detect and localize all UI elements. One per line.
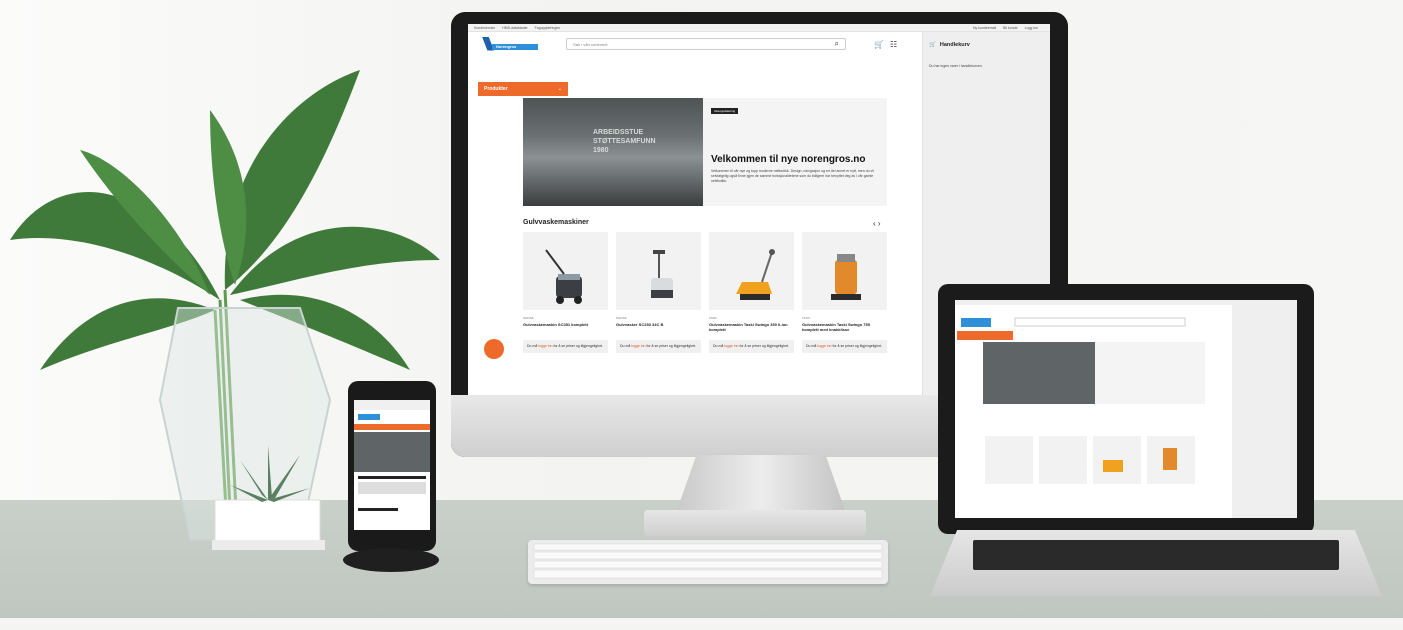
sign-line-2: STØTTESAMFUNN bbox=[593, 138, 656, 145]
hero-text: Ukeoppdatering Velkommen til nye norengr… bbox=[703, 98, 887, 206]
login-prompt: Du må logge inn for å se priser og tilgj… bbox=[802, 340, 887, 353]
laptop-keyboard bbox=[973, 540, 1339, 570]
hero-badge: Ukeoppdatering bbox=[711, 108, 739, 114]
hero-image: ARBEIDSSTUE STØTTESAMFUNN 1980 bbox=[523, 98, 703, 206]
cart-empty-message: Du har ingen varer i handlekurven. bbox=[929, 64, 983, 68]
hero-title: Velkommen til nye norengros.no bbox=[711, 154, 866, 165]
login-prompt: Du må logge inn for å se priser og tilgj… bbox=[616, 340, 701, 353]
login-prompt-post: for å se priser og tilgjengelighet. bbox=[645, 344, 697, 348]
login-prompt: Du må logge inn for å se priser og tilgj… bbox=[523, 340, 608, 353]
chevron-down-icon: ⌄ bbox=[557, 86, 562, 92]
cart-icon[interactable]: 🛒 bbox=[874, 40, 884, 49]
login-link[interactable]: logge inn bbox=[538, 344, 552, 348]
login-prompt-post: for å se priser og tilgjengelighet. bbox=[552, 344, 604, 348]
section-title: Gulvvaskemaskiner bbox=[523, 219, 589, 226]
laptop-screen bbox=[955, 300, 1297, 518]
imac-foot bbox=[644, 510, 866, 536]
login-prompt-pre: Du må bbox=[620, 344, 632, 348]
cart-panel-title: 🛒 Handlekurv bbox=[929, 42, 1044, 48]
topbar-link-kundeservice[interactable]: Kundeservice bbox=[474, 26, 495, 30]
product-brand: NILFISK bbox=[616, 316, 627, 320]
sign-line-1: ARBEIDSSTUE bbox=[593, 129, 644, 136]
product-name[interactable]: Gulvvasker SC250 34C B bbox=[616, 322, 701, 336]
product-card[interactable]: NILFISK Gulvvaskemaskin SC351 komplett D… bbox=[523, 232, 608, 353]
login-prompt-post: for å se priser og tilgjengelighet. bbox=[738, 344, 790, 348]
topbar-link-become-customer[interactable]: Bli kunde bbox=[1003, 26, 1017, 30]
product-image bbox=[709, 232, 794, 310]
products-menu-label: Produkter bbox=[484, 86, 508, 92]
product-carousel: NILFISK Gulvvaskemaskin SC351 komplett D… bbox=[523, 232, 887, 353]
top-utility-bar: Kundeservice HMS-datablader Fagopplæring… bbox=[468, 24, 1050, 32]
sign-line-3: 1980 bbox=[593, 147, 609, 154]
laptop-site-thumbnail bbox=[955, 300, 1297, 518]
login-prompt: Du må logge inn for å se priser og tilgj… bbox=[709, 340, 794, 353]
product-brand: TASKI bbox=[709, 316, 717, 320]
login-prompt-pre: Du må bbox=[527, 344, 539, 348]
product-name[interactable]: Gulvvaskemaskin Taski Swingo 350 li-ion … bbox=[709, 322, 794, 336]
phone-screen bbox=[354, 400, 430, 530]
hero-banner[interactable]: ARBEIDSSTUE STØTTESAMFUNN 1980 Ukeoppdat… bbox=[523, 98, 887, 206]
login-link[interactable]: logge inn bbox=[631, 344, 645, 348]
topbar-link-login[interactable]: Logg inn bbox=[1025, 26, 1038, 30]
chat-button[interactable] bbox=[484, 339, 504, 359]
logo-text: Norengros bbox=[492, 43, 538, 50]
topbar-link-hms[interactable]: HMS-datablader bbox=[502, 26, 527, 30]
product-image bbox=[523, 232, 608, 310]
product-card[interactable]: TASKI Gulvvaskemaskin Taski Swingo 755 k… bbox=[802, 232, 887, 353]
login-prompt-pre: Du må bbox=[713, 344, 725, 348]
product-card[interactable]: TASKI Gulvvaskemaskin Taski Swingo 350 l… bbox=[709, 232, 794, 353]
search-input[interactable]: Søk i vårt sortiment ⌕ bbox=[566, 38, 846, 50]
login-link[interactable]: logge inn bbox=[724, 344, 738, 348]
phone-site-thumbnail bbox=[354, 400, 430, 511]
desk-edge bbox=[0, 618, 1403, 630]
topbar-link-fagopplaering[interactable]: Fagopplæringen bbox=[535, 26, 561, 30]
list-icon[interactable]: ☷ bbox=[890, 40, 897, 49]
product-image bbox=[616, 232, 701, 310]
login-prompt-post: for å se priser og tilgjengelighet. bbox=[831, 344, 883, 348]
header-icons: 🛒 ☷ bbox=[874, 40, 897, 49]
login-link[interactable]: logge inn bbox=[817, 344, 831, 348]
hero-image-sign: ARBEIDSSTUE STØTTESAMFUNN 1980 bbox=[593, 128, 656, 155]
topbar-link-new-customer-email[interactable]: Ny kundeemail bbox=[973, 26, 996, 30]
search-placeholder: Søk i vårt sortiment bbox=[573, 41, 608, 47]
cart-icon: 🛒 bbox=[929, 42, 936, 48]
keyboard bbox=[528, 540, 888, 584]
norengros-logo[interactable]: Norengros bbox=[482, 36, 538, 52]
products-menu-button[interactable]: Produkter ⌄ bbox=[478, 82, 568, 96]
product-brand: NILFISK bbox=[523, 316, 534, 320]
search-icon[interactable]: ⌕ bbox=[835, 39, 839, 49]
product-brand: TASKI bbox=[802, 316, 810, 320]
product-name[interactable]: Gulvvaskemaskin Taski Swingo 755 komplet… bbox=[802, 322, 887, 336]
phone-dock bbox=[343, 548, 439, 572]
cart-title-text: Handlekurv bbox=[939, 42, 970, 48]
product-image bbox=[802, 232, 887, 310]
carousel-arrows[interactable]: ‹ › bbox=[873, 219, 881, 228]
hero-body: Velkommen til vår nye og topp moderne ne… bbox=[711, 169, 874, 183]
product-name[interactable]: Gulvvaskemaskin SC351 komplett bbox=[523, 322, 608, 336]
product-card[interactable]: NILFISK Gulvvasker SC250 34C B Du må log… bbox=[616, 232, 701, 353]
imac-stand bbox=[676, 455, 846, 513]
login-prompt-pre: Du må bbox=[806, 344, 818, 348]
